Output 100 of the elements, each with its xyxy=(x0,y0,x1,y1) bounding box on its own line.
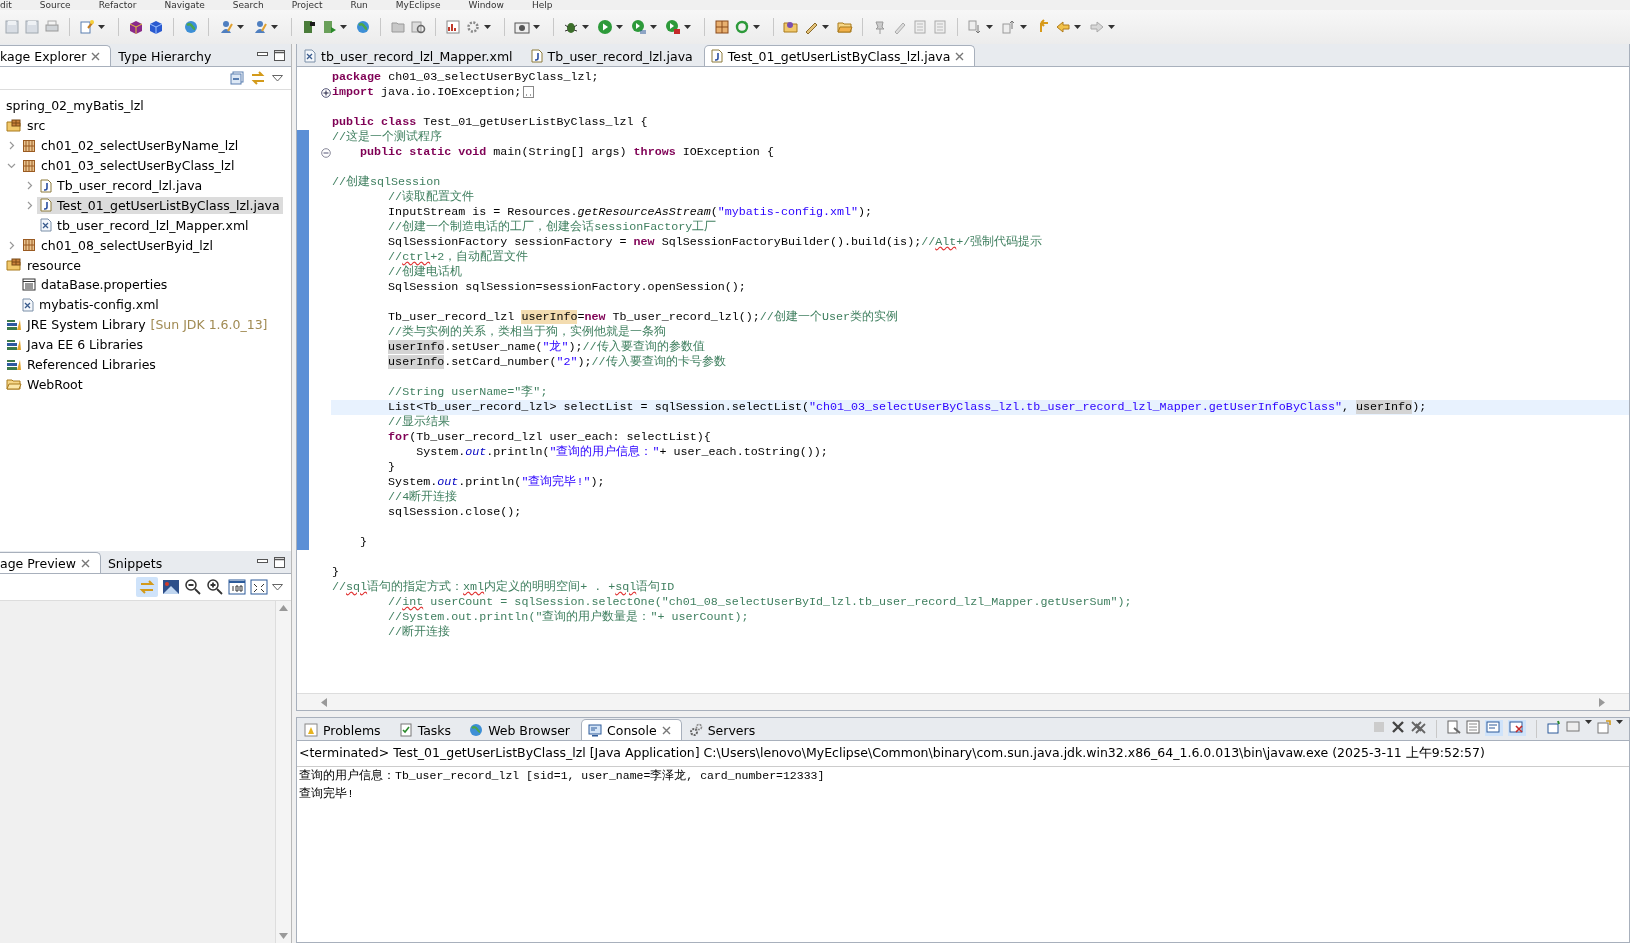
zoom-out-icon[interactable] xyxy=(184,578,202,596)
scroll-left-icon[interactable] xyxy=(321,697,327,707)
tab[interactable]: Console xyxy=(581,719,682,740)
tab[interactable]: Type Hierarchy xyxy=(111,45,223,66)
remove-icon[interactable] xyxy=(1391,720,1405,734)
scroll-lock-icon[interactable] xyxy=(1466,720,1480,734)
tree-item[interactable]: Test_01_getUserListByClass_lzl.java xyxy=(37,196,283,214)
tab[interactable]: Test_01_getUserListByClass_lzl.java xyxy=(703,45,976,66)
caret-icon[interactable] xyxy=(1108,25,1115,29)
tree-item[interactable]: ch01_02_selectUserByName_lzl xyxy=(19,137,242,155)
close-icon[interactable] xyxy=(80,558,90,568)
close-icon[interactable] xyxy=(91,51,101,61)
scroll-down-icon[interactable] xyxy=(279,933,288,939)
globe-icon[interactable] xyxy=(355,19,371,35)
server-icon[interactable] xyxy=(301,19,317,35)
pin-console-icon[interactable] xyxy=(1485,720,1503,736)
caret-icon[interactable] xyxy=(237,25,244,29)
scrollbar[interactable] xyxy=(297,693,1629,710)
tab[interactable]: Web Browser xyxy=(462,719,581,740)
menu-item[interactable]: Help xyxy=(531,0,553,10)
globe-icon[interactable] xyxy=(183,19,199,35)
clear-console-icon[interactable] xyxy=(1447,720,1461,734)
new-console-icon[interactable] xyxy=(1547,720,1561,734)
menu-item[interactable]: Refactor xyxy=(98,0,137,10)
caret-icon[interactable] xyxy=(582,25,589,29)
camera-icon[interactable] xyxy=(514,19,530,35)
tab[interactable]: Snippets xyxy=(100,552,174,573)
view-menu-icon[interactable] xyxy=(272,583,283,591)
tree-item[interactable]: mybatis-config.xml xyxy=(19,296,162,314)
tree-item[interactable]: dataBase.properties xyxy=(19,276,171,294)
folder-icon[interactable] xyxy=(783,19,799,35)
folded-code-icon[interactable] xyxy=(523,85,535,98)
cube-icon[interactable] xyxy=(128,19,144,35)
scroll-up-icon[interactable] xyxy=(279,605,288,611)
folder-icon[interactable] xyxy=(837,19,853,35)
menu-item[interactable]: Navigate xyxy=(164,0,205,10)
menu-item[interactable]: Search xyxy=(232,0,264,10)
caret-icon[interactable] xyxy=(484,25,491,29)
close-icon[interactable] xyxy=(661,725,671,735)
tab[interactable]: age Preview xyxy=(0,552,101,573)
tab[interactable]: Tasks xyxy=(391,719,463,740)
caret-icon[interactable] xyxy=(822,25,829,29)
caret-icon[interactable] xyxy=(1074,25,1081,29)
caret-icon[interactable] xyxy=(340,25,347,29)
tree-item[interactable]: ch01_08_selectUserByid_lzl xyxy=(19,236,216,254)
cube-icon[interactable] xyxy=(148,19,164,35)
tab[interactable]: Problems xyxy=(297,719,392,740)
menu-item[interactable]: MyEclipse xyxy=(395,0,441,10)
caret-icon[interactable] xyxy=(986,25,993,29)
tree-item[interactable]: Tb_user_record_lzl.java xyxy=(37,177,206,194)
caret-icon[interactable] xyxy=(1020,25,1027,29)
caret-icon[interactable] xyxy=(1616,720,1623,724)
tree-item[interactable]: src xyxy=(3,117,49,135)
grid-icon[interactable] xyxy=(714,19,730,35)
menu-item[interactable]: Source xyxy=(39,0,71,10)
open-console-icon[interactable] xyxy=(1597,720,1611,734)
menu-item[interactable]: dit xyxy=(0,0,12,10)
tab[interactable]: kage Explorer xyxy=(0,45,112,66)
tree-item[interactable]: Java EE 6 Libraries xyxy=(3,336,147,354)
close-icon[interactable] xyxy=(955,51,965,61)
tree-item[interactable]: Referenced Libraries xyxy=(3,356,159,373)
caret-icon[interactable] xyxy=(271,25,278,29)
actual-size-icon[interactable] xyxy=(228,579,246,595)
collapse-all-icon[interactable] xyxy=(230,71,244,85)
run-stop-icon[interactable] xyxy=(665,19,681,35)
caret-icon[interactable] xyxy=(650,25,657,29)
caret-icon[interactable] xyxy=(616,25,623,29)
link-arrows-icon[interactable] xyxy=(250,70,266,86)
caret-icon[interactable] xyxy=(1585,720,1592,724)
person-icon[interactable] xyxy=(252,19,268,35)
tree-item[interactable]: tb_user_record_lzl_Mapper.xml xyxy=(37,216,252,234)
play-icon[interactable] xyxy=(597,19,613,35)
scroll-right-icon[interactable] xyxy=(1599,697,1605,707)
remove-all-icon[interactable] xyxy=(1410,720,1426,734)
expand-icon[interactable] xyxy=(321,87,331,98)
tab[interactable]: Tb_user_record_lzl.java xyxy=(523,45,704,66)
tree-item[interactable]: JRE System Library [Sun JDK 1.6.0_13] xyxy=(3,316,271,334)
tree-item[interactable]: resource xyxy=(3,256,85,274)
caret-icon[interactable] xyxy=(753,25,760,29)
tab[interactable]: Servers xyxy=(681,719,767,740)
person-icon[interactable] xyxy=(218,19,234,35)
tree-item[interactable]: ch01_03_selectUserByClass_lzl xyxy=(19,157,238,175)
collapse-icon[interactable] xyxy=(321,147,331,158)
scrollbar[interactable] xyxy=(275,601,291,943)
maximize-icon[interactable] xyxy=(274,556,285,568)
tab[interactable]: tb_user_record_lzl_Mapper.xml xyxy=(297,45,524,66)
zoom-in-icon[interactable] xyxy=(206,578,224,596)
caret-icon[interactable] xyxy=(533,25,540,29)
tree-item[interactable]: spring_02_myBatis_lzl xyxy=(3,97,147,115)
caret-icon[interactable] xyxy=(684,25,691,29)
close-console-icon[interactable] xyxy=(1508,720,1526,736)
maximize-icon[interactable] xyxy=(274,49,285,61)
caret-icon[interactable] xyxy=(98,25,105,29)
tree-item[interactable]: WebRoot xyxy=(3,375,86,393)
menu-item[interactable]: Window xyxy=(468,0,504,10)
menu-item[interactable]: Project xyxy=(291,0,323,10)
view-menu-icon[interactable] xyxy=(272,74,283,82)
chart-icon[interactable] xyxy=(445,19,461,35)
image-icon[interactable] xyxy=(162,579,180,595)
menu-item[interactable]: Run xyxy=(350,0,368,10)
